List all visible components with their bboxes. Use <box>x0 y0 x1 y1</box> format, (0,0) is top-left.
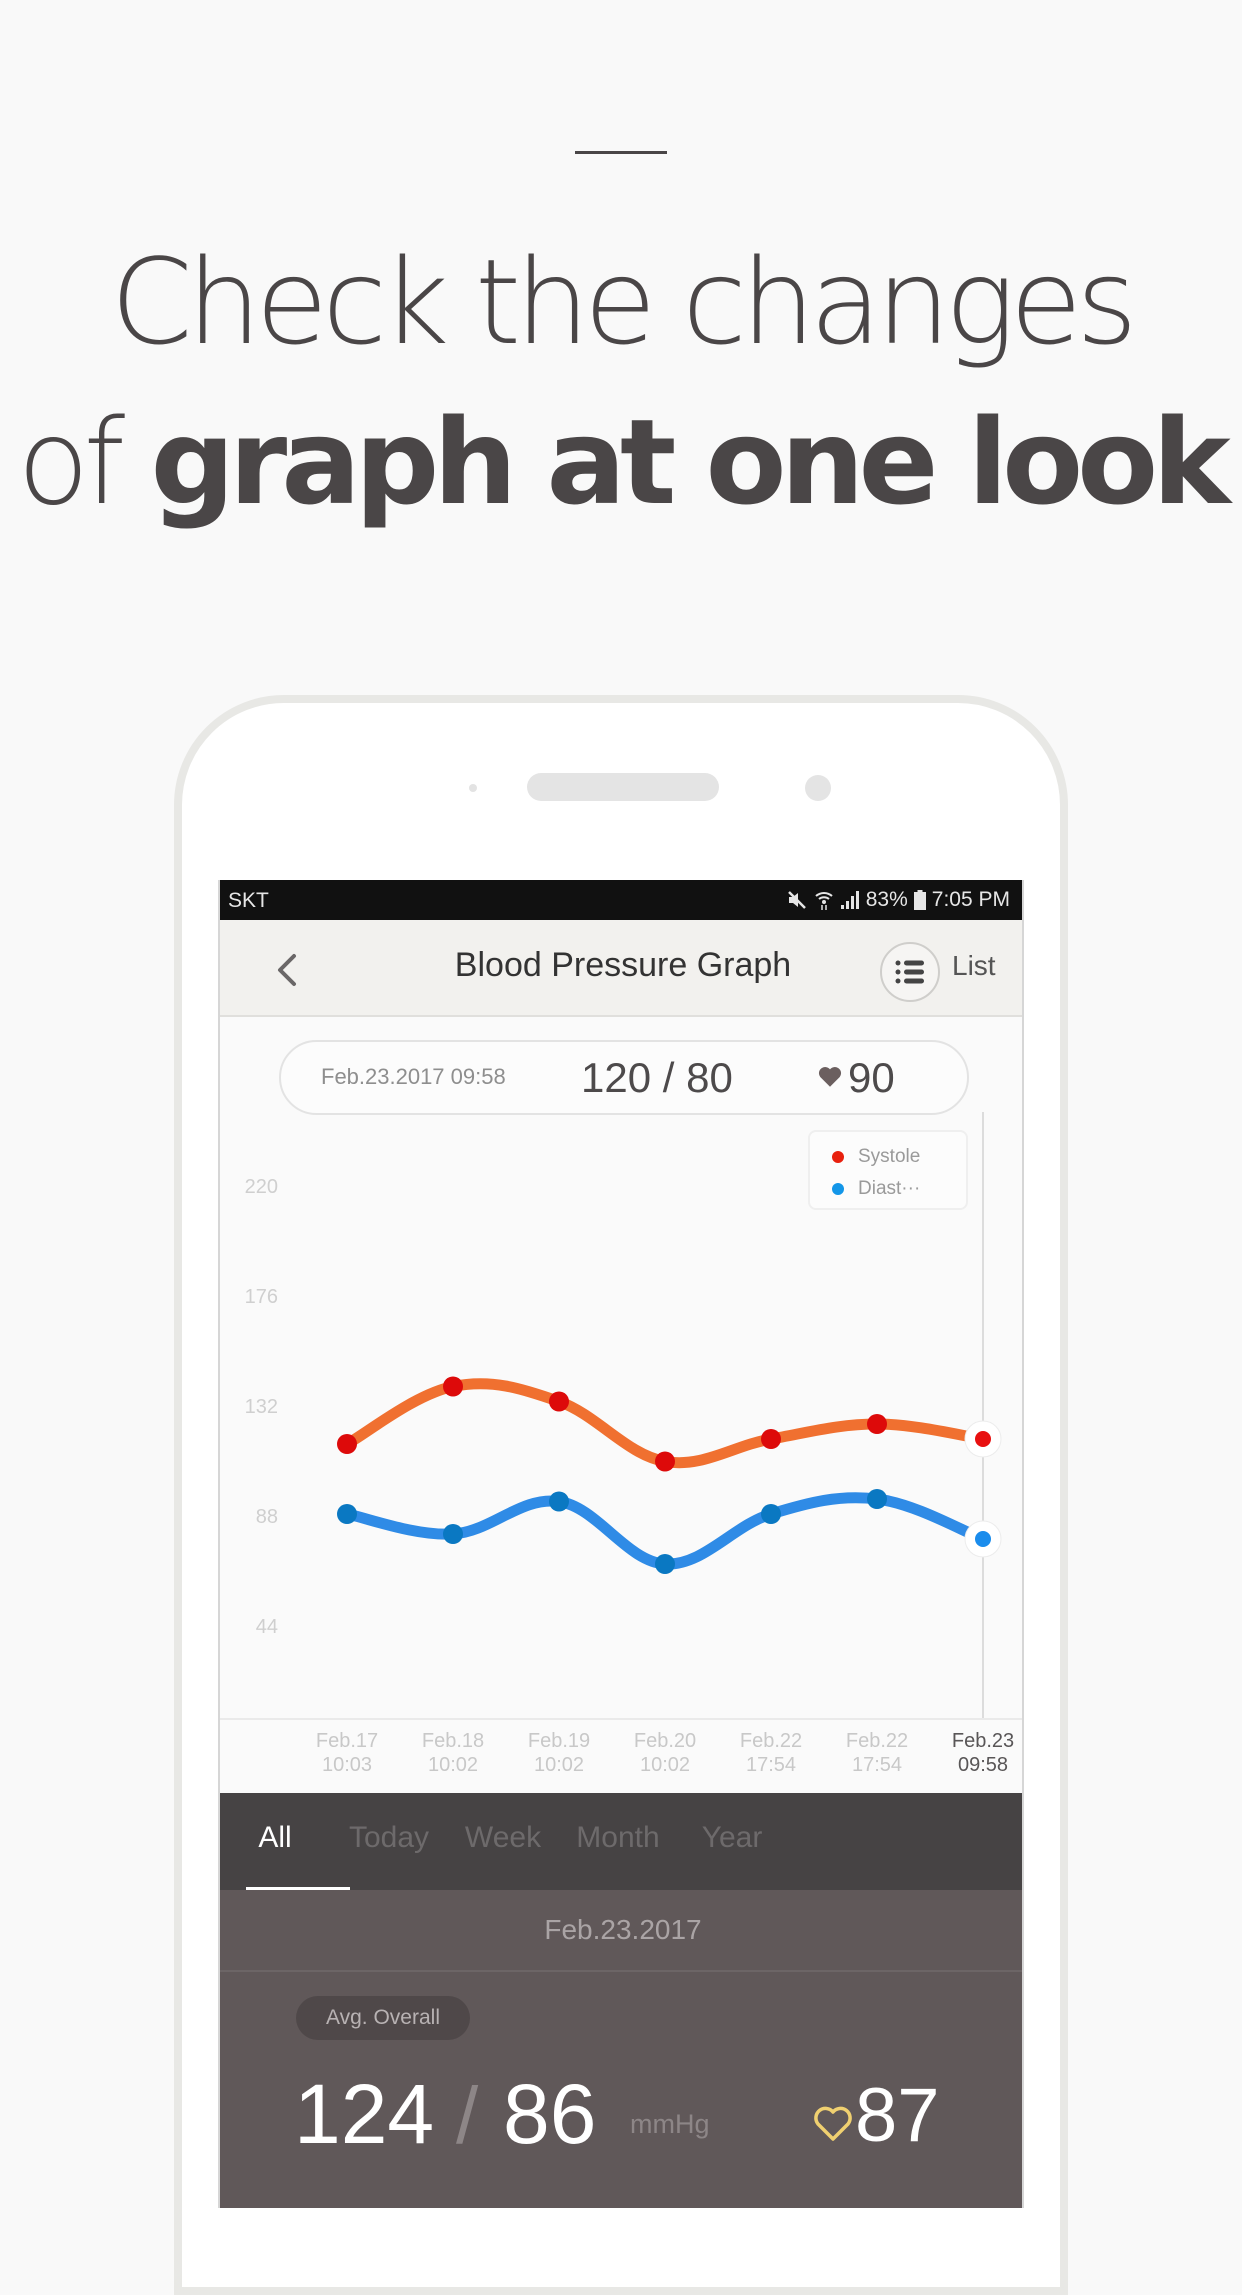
x-tick-date: Feb.17 <box>315 1730 379 1752</box>
x-tick-label[interactable]: Feb.20 10:02 <box>615 1729 715 1777</box>
y-tick-label: 132 <box>245 1396 278 1418</box>
x-tick-date: Feb.22 <box>845 1730 909 1752</box>
avg-pulse: 87 <box>855 2073 940 2158</box>
phone-speaker <box>527 773 719 801</box>
data-point-systole <box>655 1451 675 1472</box>
reading-pulse: 90 <box>848 1054 895 1101</box>
reading-datetime: Feb.23.2017 09:58 <box>321 1064 506 1089</box>
data-point-diastole <box>975 1531 991 1547</box>
date-label: Feb.23.2017 <box>544 1914 702 1945</box>
headline-line-2: of graph at one look <box>0 392 1242 532</box>
data-point-diastole <box>761 1504 781 1524</box>
x-tick-date: Feb.22 <box>739 1730 803 1752</box>
legend-label: Systole <box>858 1146 921 1167</box>
data-point-diastole <box>337 1504 357 1524</box>
x-tick-time: 17:54 <box>851 1754 903 1776</box>
x-tick-label[interactable]: Feb.22 17:54 <box>721 1729 821 1777</box>
x-tick-time: 10:03 <box>321 1754 373 1776</box>
x-tick-label[interactable]: Feb.17 10:03 <box>297 1729 397 1777</box>
x-tick-label[interactable]: Feb.23 09:58 <box>933 1729 1022 1777</box>
data-point-systole <box>867 1414 887 1434</box>
data-point-diastole <box>549 1491 569 1512</box>
x-tick-label[interactable]: Feb.19 10:02 <box>509 1729 609 1777</box>
data-point-systole <box>549 1391 569 1412</box>
data-point-diastole <box>443 1524 463 1544</box>
avg-slash: / <box>456 2071 479 2160</box>
data-point-systole <box>337 1434 357 1454</box>
avg-diastolic: 86 <box>503 2067 597 2161</box>
x-tick-date: Feb.23 <box>951 1730 1015 1752</box>
x-tick-time: 10:02 <box>639 1754 691 1776</box>
x-axis-line <box>220 1718 1022 1720</box>
avg-unit: mmHg <box>630 2109 710 2139</box>
plot-area <box>220 1017 1022 1718</box>
data-point-systole <box>975 1431 991 1447</box>
data-point-systole <box>443 1376 463 1397</box>
y-tick-label: 220 <box>245 1176 278 1198</box>
avg-overall-badge: Avg. Overall <box>296 1996 470 2040</box>
data-point-diastole <box>655 1554 675 1574</box>
x-tick-time: 10:02 <box>533 1754 585 1776</box>
period-tabs: All Today Week Month Year <box>220 1793 1022 1890</box>
phone-sensor-dot <box>469 784 477 792</box>
chart-legend: Systole Diast··· <box>808 1130 968 1210</box>
x-tick-date: Feb.18 <box>421 1730 485 1752</box>
data-point-diastole <box>867 1489 887 1509</box>
decorative-rule <box>575 151 667 154</box>
legend-dot <box>832 1151 844 1163</box>
average-summary: Avg. Overall 124 / 86 mmHg 87 <box>220 1972 1022 2208</box>
headline-light-part: of <box>17 393 125 531</box>
x-tick-time: 17:54 <box>745 1754 797 1776</box>
selected-reading-pill: Feb.23.2017 09:58 120 / 80 90 <box>279 1040 969 1115</box>
legend-item-systole: Systole <box>832 1146 920 1168</box>
x-tick-time: 10:02 <box>427 1754 479 1776</box>
reading-blood-pressure: 120 / 80 <box>581 1054 733 1101</box>
x-tick-label[interactable]: Feb.18 10:02 <box>403 1729 503 1777</box>
heart-outline-icon <box>814 2106 852 2141</box>
data-point-systole <box>761 1429 781 1449</box>
y-tick-label: 88 <box>256 1506 278 1528</box>
headline-line-1: Check the changes <box>110 233 1137 371</box>
phone-screen: SKT 83% 7:05 PM Blood Pressure Graph Lis… <box>218 880 1024 2208</box>
date-header: Feb.23.2017 <box>220 1890 1022 1972</box>
x-tick-time: 09:58 <box>957 1754 1009 1776</box>
x-tick-date: Feb.19 <box>527 1730 591 1752</box>
legend-label: Diast··· <box>858 1178 921 1199</box>
legend-item-diastole: Diast··· <box>832 1178 920 1200</box>
x-tick-label[interactable]: Feb.22 17:54 <box>827 1729 927 1777</box>
x-tick-date: Feb.20 <box>633 1730 697 1752</box>
avg-systolic: 124 <box>294 2067 435 2161</box>
y-tick-label: 44 <box>256 1616 278 1638</box>
phone-camera <box>805 775 831 801</box>
y-tick-label: 176 <box>245 1286 278 1308</box>
heart-icon <box>818 1067 842 1087</box>
headline-bold-part: graph at one look <box>150 393 1231 531</box>
legend-dot <box>832 1183 844 1195</box>
tab-year[interactable]: Year <box>652 1821 812 1855</box>
